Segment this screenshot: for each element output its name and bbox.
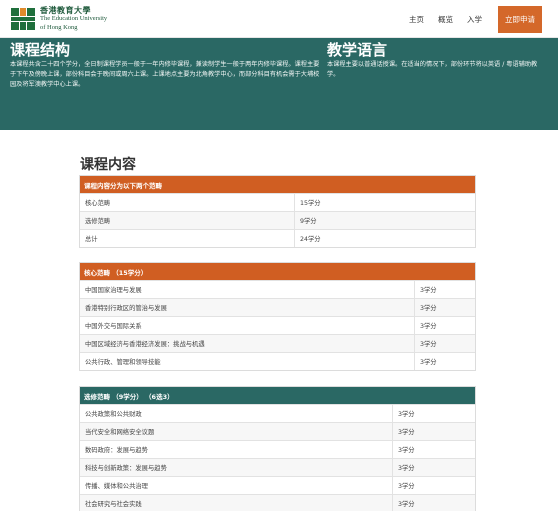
table-row: 总计 24学分 [80, 229, 475, 247]
table-cell-credits: 9学分 [300, 218, 317, 225]
table-cell-name: 核心范畴 [80, 194, 295, 211]
table-row: 当代安全和网络安全议题 3学分 [80, 422, 475, 440]
table-cell-name: 选修范畴 [80, 212, 295, 229]
table-cell-credits: 3学分 [420, 359, 437, 366]
table-cell-name: 传播、媒体和公共治理 [80, 477, 393, 494]
eduhk-emblem-icon [10, 6, 36, 32]
table-cell-credits: 3学分 [398, 411, 415, 418]
university-logo[interactable]: 香港教育大學 The Education University of Hong … [10, 6, 107, 32]
nav-home[interactable]: 主页 [409, 14, 424, 25]
site-header: 香港教育大學 The Education University of Hong … [0, 0, 558, 38]
course-structure-body: 本课程共含二十四个学分，全日制课程学员一般于一年内修毕课程，兼读制学生一般于两年… [10, 61, 320, 88]
apply-now-button[interactable]: 立即申请 [498, 6, 542, 33]
main-nav: 主页 概览 入学 立即申请 [395, 6, 542, 33]
elective-courses-table: 选修范畴 （9学分） （6选3） 公共政策和公共财政 3学分 当代安全和网络安全… [79, 386, 476, 511]
logo-english-name-line1: The Education University [40, 15, 108, 23]
core-courses-body: 中国国家治理与发展 3学分 香港特别行政区的管治与发展 3学分 中国外交与国际关… [80, 280, 475, 370]
table-row: 核心范畴 15学分 [80, 193, 475, 211]
table-cell-name: 香港特别行政区的管治与发展 [80, 299, 415, 316]
hero-band: 课程结构 本课程共含二十四个学分，全日制课程学员一般于一年内修毕课程，兼读制学生… [0, 38, 558, 130]
logo-chinese-name: 香港教育大學 [40, 5, 91, 16]
table-cell-credits: 3学分 [420, 323, 437, 330]
teaching-language-body: 本课程主要以普通话授课。在适当的情况下，部份环节将以英语 / 粤语辅助教学。 [327, 61, 538, 78]
table-cell-name: 中国外交与国际关系 [80, 317, 415, 334]
table-row: 科技与创新政策：发展与趋势 3学分 [80, 458, 475, 476]
table-cell-name: 社会研究与社会实践 [80, 495, 393, 511]
table-cell-credits: 24学分 [300, 236, 321, 243]
table-cell-credits: 3学分 [420, 305, 437, 312]
teaching-language-section: 教学语言 本课程主要以普通话授课。在适当的情况下，部份环节将以英语 / 粤语辅助… [327, 41, 549, 80]
table-cell-name: 公共政策和公共财政 [80, 405, 393, 422]
table-cell-credits: 3学分 [398, 501, 415, 508]
nav-admission[interactable]: 入学 [467, 14, 482, 25]
table-cell-name: 中国区域经济与香港经济发展：挑战与机遇 [80, 335, 415, 352]
course-structure-title: 课程结构 [10, 41, 71, 59]
table-row: 中国区域经济与香港经济发展：挑战与机遇 3学分 [80, 334, 475, 352]
teaching-language-title: 教学语言 [327, 41, 388, 59]
nav-overview[interactable]: 概览 [438, 14, 453, 25]
table-cell-name: 当代安全和网络安全议题 [80, 423, 393, 440]
table-cell-name: 公共行政、管理和领导技能 [80, 353, 415, 370]
elective-courses-header: 选修范畴 （9学分） （6选3） [80, 387, 475, 404]
table-cell-credits: 3学分 [420, 341, 437, 348]
summary-table: 课程内容分为以下两个范畴 核心范畴 15学分 选修范畴 9学分 总计 24学分 [79, 175, 476, 248]
table-row: 公共行政、管理和领导技能 3学分 [80, 352, 475, 370]
summary-table-header: 课程内容分为以下两个范畴 [80, 176, 475, 193]
core-courses-header: 核心范畴 （15学分） [80, 263, 475, 280]
table-row: 中国国家治理与发展 3学分 [80, 280, 475, 298]
table-row: 中国外交与国际关系 3学分 [80, 316, 475, 334]
table-cell-credits: 3学分 [398, 483, 415, 490]
logo-english-name-line2: of Hong Kong [40, 24, 78, 31]
table-row: 公共政策和公共财政 3学分 [80, 404, 475, 422]
course-content-title: 课程内容 [80, 157, 136, 173]
core-courses-table: 核心范畴 （15学分） 中国国家治理与发展 3学分 香港特别行政区的管治与发展 … [79, 262, 476, 371]
table-row: 传播、媒体和公共治理 3学分 [80, 476, 475, 494]
summary-table-body: 核心范畴 15学分 选修范畴 9学分 总计 24学分 [80, 193, 475, 247]
table-cell-name: 中国国家治理与发展 [80, 281, 415, 298]
table-row: 选修范畴 9学分 [80, 211, 475, 229]
table-row: 香港特别行政区的管治与发展 3学分 [80, 298, 475, 316]
elective-courses-body: 公共政策和公共财政 3学分 当代安全和网络安全议题 3学分 数码政府：发展与趋势… [80, 404, 475, 511]
table-cell-credits: 15学分 [300, 200, 321, 207]
table-cell-name: 总计 [80, 230, 295, 247]
table-cell-name: 数码政府：发展与趋势 [80, 441, 393, 458]
table-cell-credits: 3学分 [398, 465, 415, 472]
table-cell-credits: 3学分 [398, 429, 415, 436]
table-cell-name: 科技与创新政策：发展与趋势 [80, 459, 393, 476]
table-cell-credits: 3学分 [420, 287, 437, 294]
table-cell-credits: 3学分 [398, 447, 415, 454]
table-row: 数码政府：发展与趋势 3学分 [80, 440, 475, 458]
course-structure-section: 课程结构 本课程共含二十四个学分，全日制课程学员一般于一年内修毕课程，兼读制学生… [10, 41, 320, 90]
table-row: 社会研究与社会实践 3学分 [80, 494, 475, 511]
